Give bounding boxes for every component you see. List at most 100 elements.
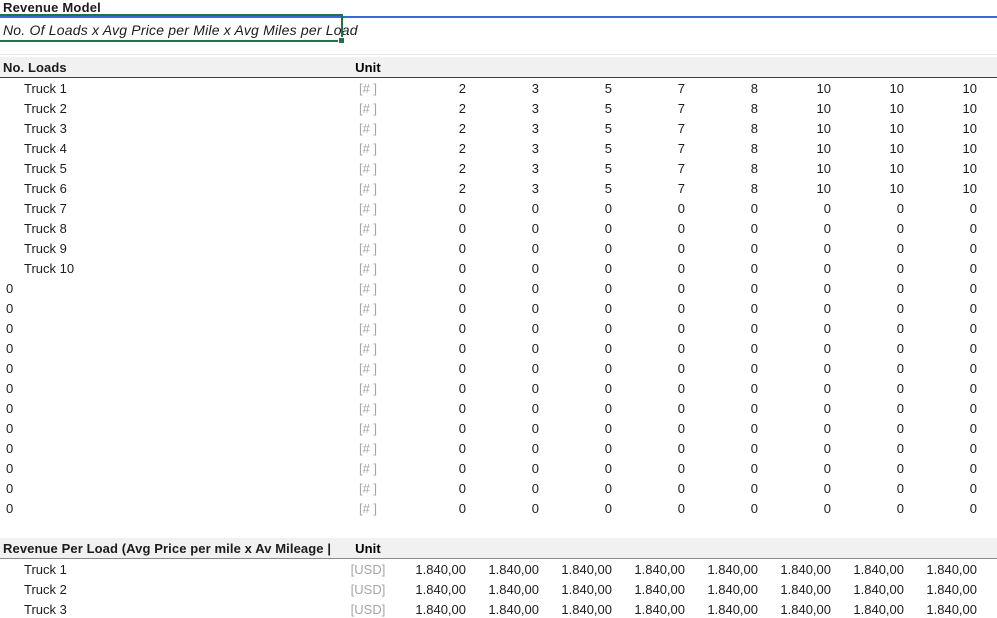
value-cell[interactable]: 0 (761, 381, 834, 396)
value-cell[interactable]: 0 (615, 361, 688, 376)
value-cell[interactable]: 1.840,00 (396, 602, 469, 617)
value-cell[interactable]: 0 (761, 341, 834, 356)
value-cell[interactable]: 0 (834, 361, 907, 376)
value-cell[interactable]: 0 (542, 501, 615, 516)
value-cell[interactable]: 0 (396, 361, 469, 376)
unit-cell[interactable]: [# ] (340, 501, 396, 516)
value-cell[interactable]: 1.840,00 (688, 562, 761, 577)
value-cell[interactable]: 3 (469, 121, 542, 136)
value-cell[interactable]: 0 (396, 341, 469, 356)
section-header-revenue-per-load[interactable]: Revenue Per Load (Avg Price per mile x A… (0, 538, 997, 559)
value-cell[interactable]: 0 (615, 301, 688, 316)
value-cell[interactable]: 2 (396, 141, 469, 156)
unit-cell[interactable]: [# ] (340, 401, 396, 416)
value-cell[interactable]: 0 (542, 261, 615, 276)
row-label-cell[interactable]: Truck 3 (0, 602, 340, 617)
value-cell[interactable]: 0 (761, 401, 834, 416)
row-label-cell[interactable]: Truck 1 (0, 81, 340, 96)
value-cell[interactable]: 0 (834, 381, 907, 396)
value-cell[interactable]: 1.840,00 (469, 582, 542, 597)
row-label-cell[interactable]: Truck 8 (0, 221, 340, 236)
value-cell[interactable]: 0 (542, 481, 615, 496)
value-cell[interactable]: 0 (469, 361, 542, 376)
value-cell[interactable]: 7 (615, 181, 688, 196)
value-cell[interactable]: 0 (469, 341, 542, 356)
value-cell[interactable]: 0 (834, 201, 907, 216)
value-cell[interactable]: 0 (615, 201, 688, 216)
row-label-cell[interactable]: Truck 1 (0, 562, 340, 577)
value-cell[interactable]: 10 (761, 101, 834, 116)
value-cell[interactable]: 0 (761, 241, 834, 256)
value-cell[interactable]: 10 (834, 101, 907, 116)
value-cell[interactable]: 0 (907, 481, 980, 496)
value-cell[interactable]: 0 (834, 481, 907, 496)
value-cell[interactable]: 0 (396, 221, 469, 236)
value-cell[interactable]: 0 (396, 301, 469, 316)
value-cell[interactable]: 2 (396, 101, 469, 116)
unit-cell[interactable]: [# ] (340, 261, 396, 276)
value-cell[interactable]: 1.840,00 (761, 582, 834, 597)
value-cell[interactable]: 10 (761, 141, 834, 156)
value-cell[interactable]: 7 (615, 161, 688, 176)
unit-cell[interactable]: [# ] (340, 181, 396, 196)
value-cell[interactable]: 0 (396, 401, 469, 416)
row-label-cell[interactable]: 0 (0, 301, 340, 316)
value-cell[interactable]: 1.840,00 (761, 602, 834, 617)
value-cell[interactable]: 0 (834, 301, 907, 316)
value-cell[interactable]: 10 (834, 181, 907, 196)
value-cell[interactable]: 1.840,00 (834, 602, 907, 617)
row-label-cell[interactable]: 0 (0, 281, 340, 296)
value-cell[interactable]: 0 (907, 441, 980, 456)
unit-cell[interactable]: [# ] (340, 341, 396, 356)
value-cell[interactable]: 3 (469, 141, 542, 156)
value-cell[interactable]: 0 (615, 401, 688, 416)
value-cell[interactable]: 0 (761, 261, 834, 276)
value-cell[interactable]: 0 (396, 481, 469, 496)
value-cell[interactable]: 1.840,00 (469, 562, 542, 577)
value-cell[interactable]: 10 (907, 101, 980, 116)
unit-cell[interactable]: [# ] (340, 101, 396, 116)
row-label-cell[interactable]: Truck 6 (0, 181, 340, 196)
value-cell[interactable]: 1.840,00 (542, 582, 615, 597)
value-cell[interactable]: 1.840,00 (907, 582, 980, 597)
value-cell[interactable]: 0 (761, 441, 834, 456)
value-cell[interactable]: 0 (761, 301, 834, 316)
value-cell[interactable]: 0 (688, 301, 761, 316)
value-cell[interactable]: 0 (542, 421, 615, 436)
value-cell[interactable]: 0 (615, 341, 688, 356)
value-cell[interactable]: 1.840,00 (542, 602, 615, 617)
value-cell[interactable]: 0 (469, 281, 542, 296)
value-cell[interactable]: 0 (688, 261, 761, 276)
value-cell[interactable]: 2 (396, 181, 469, 196)
value-cell[interactable]: 0 (469, 321, 542, 336)
value-cell[interactable]: 0 (834, 241, 907, 256)
value-cell[interactable]: 0 (761, 461, 834, 476)
value-cell[interactable]: 0 (834, 401, 907, 416)
value-cell[interactable]: 8 (688, 101, 761, 116)
value-cell[interactable]: 0 (615, 461, 688, 476)
value-cell[interactable]: 5 (542, 181, 615, 196)
value-cell[interactable]: 10 (907, 121, 980, 136)
value-cell[interactable]: 0 (834, 321, 907, 336)
row-label-cell[interactable]: 0 (0, 481, 340, 496)
value-cell[interactable]: 0 (469, 461, 542, 476)
value-cell[interactable]: 10 (761, 181, 834, 196)
value-cell[interactable]: 3 (469, 181, 542, 196)
value-cell[interactable]: 0 (834, 221, 907, 236)
value-cell[interactable]: 0 (688, 381, 761, 396)
value-cell[interactable]: 0 (907, 381, 980, 396)
value-cell[interactable]: 1.840,00 (834, 582, 907, 597)
value-cell[interactable]: 8 (688, 121, 761, 136)
value-cell[interactable]: 1.840,00 (469, 602, 542, 617)
value-cell[interactable]: 1.840,00 (615, 602, 688, 617)
value-cell[interactable]: 0 (469, 421, 542, 436)
row-label-cell[interactable]: Truck 10 (0, 261, 340, 276)
unit-cell[interactable]: [# ] (340, 141, 396, 156)
value-cell[interactable]: 0 (615, 381, 688, 396)
value-cell[interactable]: 0 (469, 221, 542, 236)
row-label-cell[interactable]: Truck 7 (0, 201, 340, 216)
unit-cell[interactable]: [# ] (340, 221, 396, 236)
value-cell[interactable]: 0 (907, 321, 980, 336)
row-label-cell[interactable]: 0 (0, 501, 340, 516)
value-cell[interactable]: 0 (834, 461, 907, 476)
